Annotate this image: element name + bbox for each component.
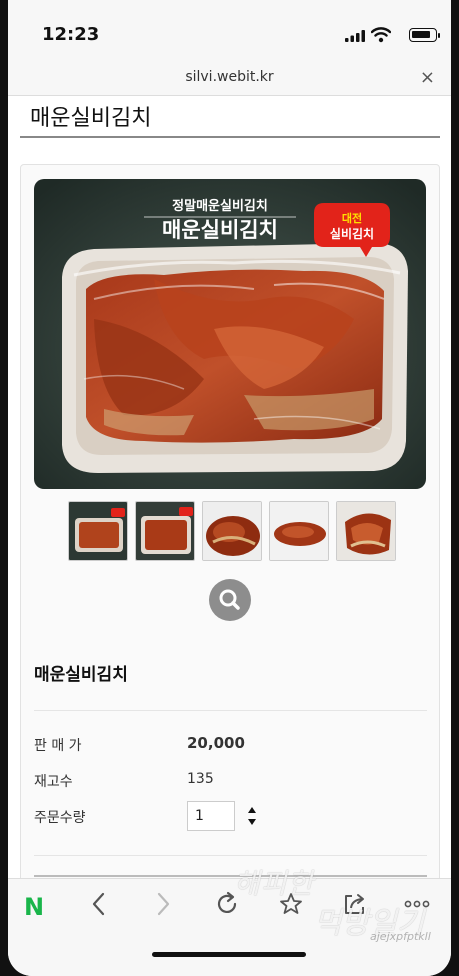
zoom-button[interactable] bbox=[209, 579, 251, 621]
magnifier-icon bbox=[219, 589, 240, 610]
browser-url-bar[interactable]: silvi.webit.kr × bbox=[8, 62, 451, 96]
phone-screen: 12:23 silvi.webit.kr × 매운실비김치 정말매운실비김치 매… bbox=[8, 0, 451, 976]
thumb-package-1[interactable] bbox=[68, 501, 128, 561]
thumbnail-strip bbox=[68, 501, 396, 561]
order-qty-input[interactable]: 1 bbox=[187, 801, 235, 831]
quantity-stepper[interactable] bbox=[247, 806, 257, 826]
thumb-kimchi-bowl[interactable] bbox=[202, 501, 262, 561]
thumb-package-2[interactable] bbox=[135, 501, 195, 561]
thumb-kimchi-plate[interactable] bbox=[269, 501, 329, 561]
signal-icon bbox=[345, 30, 365, 42]
product-card: 정말매운실비김치 매운실비김치 대전 실비김치 매운실비김치 판 매 가 20,… bbox=[20, 164, 440, 878]
section-divider bbox=[34, 875, 427, 877]
product-name: 매운실비김치 bbox=[34, 665, 128, 685]
close-icon[interactable]: × bbox=[420, 67, 435, 88]
battery-icon bbox=[409, 28, 440, 42]
info-divider-top bbox=[34, 710, 427, 711]
price-value: 20,000 bbox=[187, 734, 245, 752]
product-main-image[interactable]: 정말매운실비김치 매운실비김치 대전 실비김치 bbox=[34, 179, 426, 489]
watermark-line3: ajejxpfptkll bbox=[370, 930, 431, 943]
url-text[interactable]: silvi.webit.kr bbox=[8, 69, 451, 85]
image-banner-main: 매운실비김치 bbox=[162, 218, 278, 242]
forward-icon[interactable] bbox=[152, 891, 174, 917]
wifi-icon bbox=[371, 27, 391, 43]
page-title: 매운실비김치 bbox=[30, 106, 152, 131]
status-bar: 12:23 bbox=[8, 0, 451, 62]
image-banner-top: 정말매운실비김치 bbox=[172, 198, 268, 214]
thumb-kimchi-closeup[interactable] bbox=[336, 501, 396, 561]
naver-home-button[interactable]: N bbox=[24, 893, 44, 921]
info-divider-bottom bbox=[34, 855, 427, 856]
status-time: 12:23 bbox=[42, 24, 100, 45]
watermark-line1: 해피한 bbox=[234, 867, 315, 900]
page-content: 매운실비김치 정말매운실비김치 매운실비김치 대전 실비김치 매운실비김치 판 … bbox=[8, 96, 451, 878]
image-badge-line1: 대전 bbox=[342, 211, 362, 225]
stock-value: 135 bbox=[187, 771, 214, 787]
title-divider bbox=[20, 136, 440, 138]
back-icon[interactable] bbox=[88, 891, 110, 917]
price-label: 판 매 가 bbox=[34, 738, 82, 754]
image-badge-line2: 실비김치 bbox=[330, 226, 374, 241]
home-indicator[interactable] bbox=[152, 952, 306, 957]
order-qty-label: 주문수량 bbox=[34, 810, 86, 826]
stock-label: 재고수 bbox=[34, 774, 73, 790]
